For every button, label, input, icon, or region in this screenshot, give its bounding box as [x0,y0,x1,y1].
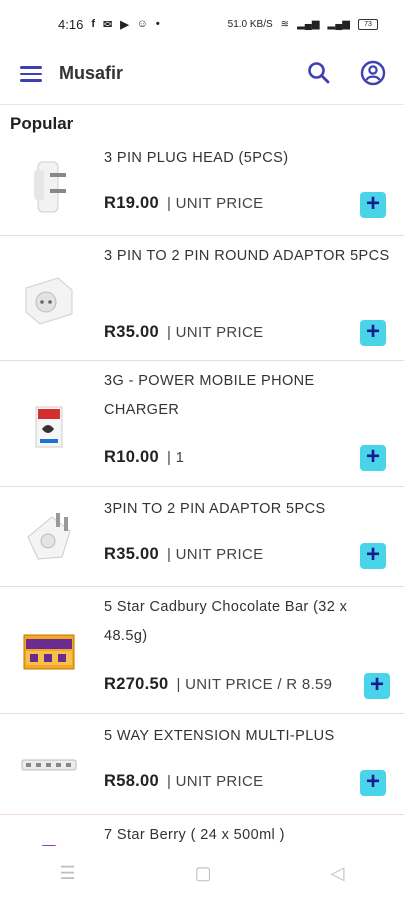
price-row: R35.00 | UNIT PRICE [104,323,263,342]
battery-icon: 73 [358,18,378,30]
product-image [18,734,80,796]
menu-icon-line [20,79,42,82]
system-nav-bar: ☰ ▢ ◁ [0,846,404,900]
product-price: R35.00 [104,323,160,341]
product-price: R10.00 [104,448,160,466]
app-icon: ☺ [136,18,148,30]
status-right: 51.0 KB/S ≋ ▂▄▆ ▂▄▆ 73 [227,18,378,30]
product-image [18,507,80,569]
product-list: 3 PIN PLUG HEAD (5PCS) R19.00 | UNIT PRI… [0,136,404,915]
product-price: R270.50 [104,675,169,693]
product-unit: | UNIT PRICE [167,195,264,212]
menu-icon-line [20,72,42,75]
section-title: Popular [10,114,74,133]
product-image [18,270,80,332]
product-item[interactable]: 3 PIN TO 2 PIN ROUND ADAPTOR 5PCS R35.00… [0,236,404,361]
product-item[interactable]: 3G - POWER MOBILE PHONE CHARGER R10.00 |… [0,361,404,487]
recent-apps-icon[interactable]: ☰ [60,863,76,884]
price-row: R58.00 | UNIT PRICE [104,772,263,791]
data-speed: 51.0 KB/S [227,18,273,30]
product-name: 3 PIN TO 2 PIN ROUND ADAPTOR 5PCS [104,248,390,264]
plus-icon: + [365,190,380,217]
price-row: R35.00 | UNIT PRICE [104,545,263,564]
product-item[interactable]: 3 PIN PLUG HEAD (5PCS) R19.00 | UNIT PRI… [0,136,404,236]
product-name: 3 PIN PLUG HEAD (5PCS) [104,150,289,166]
product-unit: | UNIT PRICE / R 8.59 [176,676,333,693]
product-image [18,156,80,218]
add-to-cart-button[interactable]: + [364,673,390,699]
add-to-cart-button[interactable]: + [360,192,386,218]
app-title: Musafir [59,63,124,83]
signal-icon-2: ▂▄▆ [327,18,350,30]
product-unit: | 1 [167,449,185,466]
status-left: 4:16 f ✉ ▶ ☺ • [58,17,160,32]
account-button[interactable] [360,60,386,86]
add-to-cart-button[interactable]: + [360,770,386,796]
home-icon[interactable]: ▢ [195,863,212,884]
product-unit: | UNIT PRICE [167,773,264,790]
plus-icon: + [365,541,380,568]
plus-icon: + [365,443,380,470]
back-icon[interactable]: ◁ [331,863,345,884]
price-row: R270.50 | UNIT PRICE / R 8.59 [104,675,332,694]
plus-icon: + [365,768,380,795]
wifi-icon: ≋ [280,18,290,30]
product-price: R58.00 [104,772,160,790]
product-price: R19.00 [104,194,160,212]
youtube-icon: ▶ [120,18,129,31]
signal-icon: ▂▄▆ [297,18,320,30]
add-to-cart-button[interactable]: + [360,543,386,569]
product-name: 3G - POWER MOBILE PHONE CHARGER [104,373,315,418]
product-unit: | UNIT PRICE [167,546,264,563]
facebook-icon: f [91,18,95,30]
product-price: R35.00 [104,545,160,563]
product-item[interactable]: 5 WAY EXTENSION MULTI-PLUS R58.00 | UNIT… [0,714,404,815]
account-icon [360,60,386,86]
menu-button[interactable] [20,66,42,84]
status-bar: 4:16 f ✉ ▶ ☺ • 51.0 KB/S ≋ ▂▄▆ ▂▄▆ 73 [0,0,404,48]
product-name: 5 WAY EXTENSION MULTI-PLUS [104,728,335,744]
menu-icon-line [20,66,42,69]
price-row: R19.00 | UNIT PRICE [104,194,263,213]
product-unit: | UNIT PRICE [167,324,264,341]
product-name: 3PIN TO 2 PIN ADAPTOR 5PCS [104,501,326,517]
search-button[interactable] [306,60,332,86]
product-name: 5 Star Cadbury Chocolate Bar (32 x 48.5g… [104,599,348,644]
price-row: R10.00 | 1 [104,448,184,467]
product-item[interactable]: 5 Star Cadbury Chocolate Bar (32 x 48.5g… [0,587,404,714]
notification-icon: ✉ [102,18,113,31]
add-to-cart-button[interactable]: + [360,445,386,471]
search-icon [308,62,330,84]
add-to-cart-button[interactable]: + [360,320,386,346]
product-image [18,395,80,457]
app-bar: Musafir [0,48,404,105]
status-time: 4:16 [58,16,84,32]
product-item[interactable]: 3PIN TO 2 PIN ADAPTOR 5PCS R35.00 | UNIT… [0,487,404,587]
plus-icon: + [365,318,380,345]
dot-icon: • [155,18,160,30]
product-image [18,621,80,683]
plus-icon: + [369,671,384,698]
